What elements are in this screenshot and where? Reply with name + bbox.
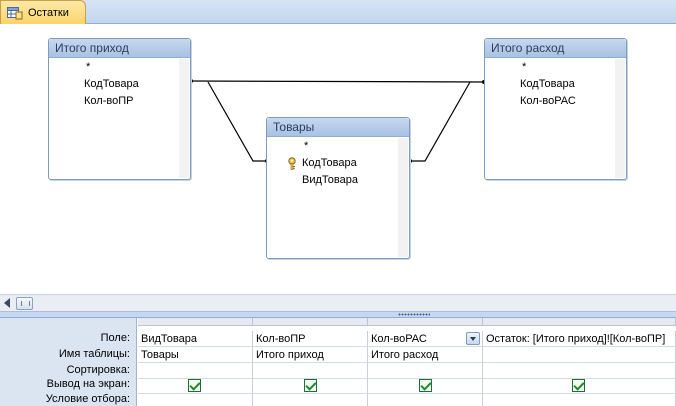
column-selector[interactable] [368, 318, 483, 326]
grid-sort-cell[interactable] [138, 363, 253, 379]
splitter-grip-icon[interactable] [398, 313, 430, 316]
document-tab-label: Остатки [28, 6, 69, 19]
grid-criteria-cell[interactable] [253, 394, 368, 406]
query-design-window: Остатки Итого приход * КодТовара Кол-воП… [0, 0, 676, 406]
pane-splitter[interactable] [0, 311, 676, 318]
field-list: * КодТовара Кол-воПР [50, 59, 178, 178]
primary-key-icon [286, 157, 298, 170]
join-line-prihod-tovary [207, 81, 267, 162]
column-selector[interactable] [253, 318, 368, 326]
grid-field-cell[interactable]: Остаток: [Итого приход]![Кол-воПР] [483, 331, 676, 347]
row-label-criteria: Условие отбора: [45, 393, 130, 405]
grid-table-cell[interactable]: Итого расход [368, 347, 483, 363]
field-all[interactable]: * [486, 59, 614, 76]
table-itogo-rashod[interactable]: Итого расход * КодТовара Кол-воРАС [484, 38, 627, 180]
field-kolvopr[interactable]: Кол-воПР [50, 93, 178, 110]
scroll-thumb[interactable] [16, 297, 33, 310]
query-design-grid: Поле: Имя таблицы: Сортировка: Вывод на … [0, 318, 676, 406]
field-list: * КодТовара ВидТовара [268, 138, 397, 257]
grid-table-cell[interactable] [483, 347, 676, 363]
grid-criteria-cell[interactable] [368, 394, 483, 406]
query-icon [7, 6, 23, 20]
design-area-horizontal-scrollbar[interactable] [0, 294, 676, 311]
row-label-show: Вывод на экран: [46, 378, 130, 390]
grid-sort-cell[interactable] [368, 363, 483, 379]
show-checkbox[interactable] [188, 379, 201, 392]
table-tovary[interactable]: Товары * КодТовара ВидТовара [266, 117, 410, 259]
document-tab-ostatki[interactable]: Остатки [0, 0, 86, 24]
field-kodtovara[interactable]: КодТовара [486, 76, 614, 93]
field-kolvoras[interactable]: Кол-воРАС [486, 93, 614, 110]
field-list-scrollbar[interactable] [398, 138, 408, 257]
grid-table-cell[interactable]: Товары [138, 347, 253, 363]
grid-field-cell[interactable]: ВидТовара [138, 331, 253, 347]
scroll-left-arrow-icon[interactable] [4, 298, 10, 308]
field-list-scrollbar[interactable] [179, 59, 189, 178]
show-checkbox[interactable] [572, 379, 585, 392]
table-title[interactable]: Итого расход [485, 39, 626, 58]
table-title[interactable]: Товары [267, 118, 409, 137]
row-label-table: Имя таблицы: [58, 348, 130, 360]
show-checkbox[interactable] [419, 379, 432, 392]
grid-criteria-cell[interactable] [138, 394, 253, 406]
column-selector[interactable] [483, 318, 676, 326]
field-kodtovara[interactable]: КодТовара [50, 76, 178, 93]
grid-row-labels: Поле: Имя таблицы: Сортировка: Вывод на … [0, 318, 137, 406]
show-checkbox[interactable] [304, 379, 317, 392]
join-line-prihod-rashod [190, 80, 485, 83]
table-title[interactable]: Итого приход [49, 39, 190, 58]
column-selector[interactable] [138, 318, 253, 326]
field-all[interactable]: * [268, 138, 397, 155]
field-label: КодТовара [302, 157, 357, 169]
field-vidtovara[interactable]: ВидТовара [268, 172, 397, 189]
grid-table-cell[interactable]: Итого приход [253, 347, 368, 363]
chevron-down-icon[interactable] [466, 332, 480, 345]
document-tab-strip: Остатки [0, 0, 676, 24]
grid-field-cell[interactable]: Кол-воПР [253, 331, 368, 347]
grid-sort-cell[interactable] [483, 363, 676, 379]
field-list-scrollbar[interactable] [615, 59, 625, 178]
field-list: * КодТовара Кол-воРАС [486, 59, 614, 178]
table-itogo-prihod[interactable]: Итого приход * КодТовара Кол-воПР [48, 38, 191, 180]
grid-criteria-cell[interactable] [483, 394, 676, 406]
field-all[interactable]: * [50, 59, 178, 76]
grid-sort-cell[interactable] [253, 363, 368, 379]
row-label-field: Поле: [100, 332, 130, 344]
field-kodtovara[interactable]: КодТовара [268, 155, 397, 172]
table-design-area[interactable]: Итого приход * КодТовара Кол-воПР Итого … [0, 24, 676, 294]
join-line-tovary-rashod [410, 81, 471, 162]
